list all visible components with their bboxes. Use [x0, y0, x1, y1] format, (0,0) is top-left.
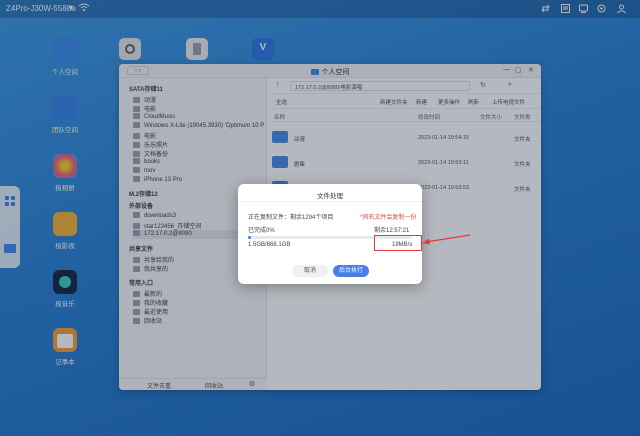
dialog-title: 文件处理	[317, 193, 343, 200]
speed-highlight-box	[374, 235, 422, 251]
file-processing-dialog: 文件处理 正在复制文件：剩余1294个项目 *同名文件会复制一份 已完成0% 剩…	[238, 184, 422, 284]
annotation-arrow-icon	[422, 234, 471, 245]
remaining-time: 剩余12:57:21	[374, 228, 410, 234]
size-progress: 1.5GB/868.1GB	[248, 242, 291, 248]
cancel-button[interactable]: 取消	[292, 265, 328, 277]
copying-status: 正在复制文件：剩余1294个项目	[248, 215, 334, 221]
duplicate-notice: *同名文件会复制一份	[360, 215, 417, 221]
progress-fill	[248, 236, 252, 239]
run-in-background-button[interactable]: 后台执行	[333, 265, 369, 277]
divider	[238, 201, 422, 202]
completed-percent: 已完成0%	[248, 228, 275, 234]
